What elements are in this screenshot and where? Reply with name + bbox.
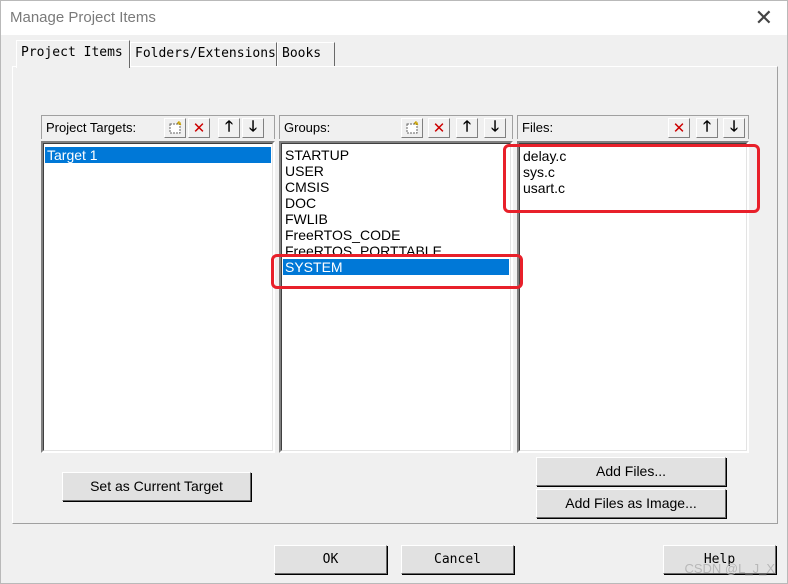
move-up-target-button[interactable]: 🡑	[218, 118, 240, 138]
files-header: Files: ✕ 🡑 🡓	[517, 115, 749, 139]
groups-label: Groups:	[284, 120, 331, 135]
arrow-down-icon: 🡓	[249, 117, 257, 135]
tab-project-items[interactable]: Project Items	[16, 40, 130, 68]
list-item-group[interactable]: USER	[283, 163, 324, 179]
ok-button[interactable]: OK	[274, 545, 387, 574]
add-files-as-image-button[interactable]: Add Files as Image...	[536, 489, 726, 518]
delete-icon: ✕	[432, 120, 446, 137]
project-targets-label: Project Targets:	[46, 120, 137, 135]
list-item-group[interactable]: STARTUP	[283, 147, 349, 163]
project-targets-list[interactable]: Target 1	[41, 141, 275, 453]
list-item-file[interactable]: delay.c	[521, 148, 566, 164]
new-group-button[interactable]	[401, 118, 423, 138]
project-targets-header: Project Targets: ✕ 🡑 🡓	[41, 115, 275, 139]
tab-folders-extensions[interactable]: Folders/Extensions	[130, 42, 277, 66]
arrow-up-icon: 🡑	[463, 117, 471, 135]
close-icon[interactable]: ✕	[755, 5, 773, 31]
list-item-group[interactable]: FreeRTOS_CODE	[283, 227, 400, 243]
files-label: Files:	[522, 120, 554, 135]
arrow-up-icon: 🡑	[703, 117, 711, 135]
tab-label: Folders/Extensions	[135, 46, 276, 61]
manage-project-items-dialog: Manage Project Items ✕ Project Items Fol…	[0, 0, 788, 584]
delete-icon: ✕	[672, 120, 686, 137]
arrow-down-icon: 🡓	[491, 117, 499, 135]
add-files-button[interactable]: Add Files...	[536, 457, 726, 486]
list-item-group[interactable]: FWLIB	[283, 211, 328, 227]
list-frame	[43, 143, 273, 451]
move-down-target-button[interactable]: 🡓	[242, 118, 264, 138]
delete-target-button[interactable]: ✕	[188, 118, 210, 138]
title-bar: Manage Project Items ✕	[1, 1, 787, 35]
list-item-group[interactable]: FreeRTOS_PORTTABLE	[283, 243, 442, 255]
move-up-group-button[interactable]: 🡑	[456, 118, 478, 138]
tab-label: Project Items	[21, 45, 123, 60]
list-item-group-selected[interactable]: SYSTEM	[283, 259, 509, 275]
new-item-icon	[406, 121, 419, 134]
window-title: Manage Project Items	[10, 9, 156, 26]
move-up-file-button[interactable]: 🡑	[696, 118, 718, 138]
set-current-target-button[interactable]: Set as Current Target	[62, 472, 251, 501]
files-list[interactable]: delay.c sys.c usart.c	[517, 141, 749, 453]
list-item-group[interactable]: DOC	[283, 195, 316, 211]
new-item-icon	[169, 121, 182, 134]
cancel-button[interactable]: Cancel	[401, 545, 514, 574]
tab-label: Books	[282, 46, 322, 61]
new-target-button[interactable]	[164, 118, 186, 138]
delete-group-button[interactable]: ✕	[428, 118, 450, 138]
delete-icon: ✕	[192, 120, 206, 137]
arrow-up-icon: 🡑	[225, 117, 233, 135]
groups-header: Groups: ✕ 🡑 🡓	[279, 115, 513, 139]
move-down-file-button[interactable]: 🡓	[723, 118, 745, 138]
move-down-group-button[interactable]: 🡓	[484, 118, 506, 138]
list-item-file[interactable]: sys.c	[521, 164, 555, 180]
tab-books[interactable]: Books	[277, 42, 335, 66]
groups-list[interactable]: STARTUP USER CMSIS DOC FWLIB FreeRTOS_CO…	[279, 141, 513, 453]
delete-file-button[interactable]: ✕	[668, 118, 690, 138]
watermark: CSDN @L_J_X	[684, 561, 775, 576]
list-item-target-1[interactable]: Target 1	[45, 147, 271, 163]
list-item-group[interactable]: CMSIS	[283, 179, 329, 195]
arrow-down-icon: 🡓	[730, 117, 738, 135]
list-item-file[interactable]: usart.c	[521, 180, 565, 196]
